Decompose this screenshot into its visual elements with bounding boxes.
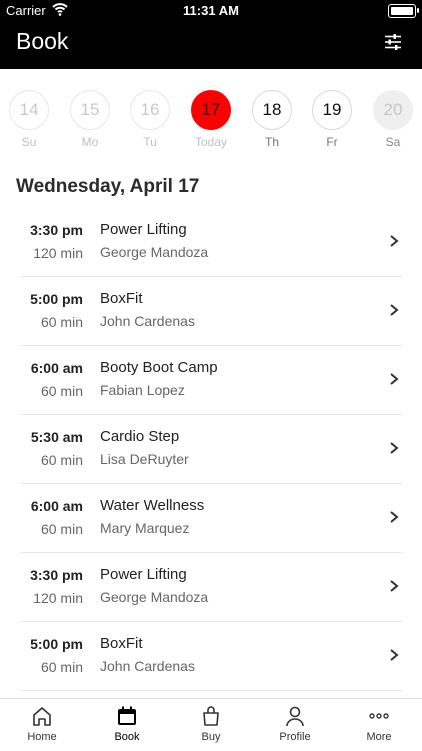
class-instructor: George Mandoza: [100, 244, 209, 260]
chevron-right-icon: [390, 511, 399, 523]
class-name: BoxFit: [100, 635, 143, 652]
tab-profile[interactable]: Profile: [253, 705, 337, 743]
bottom-tab-bar: Home Book Buy Profile More: [0, 698, 422, 751]
class-instructor: Fabian Lopez: [100, 382, 185, 398]
day-number: 18: [252, 90, 292, 130]
day-number: 16: [130, 90, 170, 130]
tab-label: Profile: [279, 731, 311, 743]
day-label: Sa: [385, 135, 401, 149]
chevron-right-icon: [390, 649, 399, 661]
day-friday[interactable]: 19 Fr: [310, 90, 354, 149]
tab-label: Buy: [201, 731, 221, 743]
day-label: Mo: [81, 135, 99, 149]
class-instructor: John Cardenas: [100, 658, 195, 674]
battery-icon: [388, 4, 419, 18]
day-number: 20: [373, 90, 413, 130]
selected-date-heading: Wednesday, April 17: [16, 176, 200, 197]
class-name: Booty Boot Camp: [100, 359, 218, 376]
class-row[interactable]: 5:00 pm 60 min BoxFit John Cardenas: [0, 277, 422, 346]
day-number: 19: [312, 90, 352, 130]
shopping-bag-icon: [203, 706, 219, 726]
filter-sliders-icon[interactable]: [384, 33, 402, 51]
day-thursday[interactable]: 18 Th: [250, 90, 294, 149]
tab-label: More: [366, 731, 392, 743]
day-number: 17: [191, 90, 231, 130]
class-time: 6:00 am: [30, 498, 83, 514]
app-header: Carrier 11:31 AM Book: [0, 0, 422, 69]
class-row[interactable]: 6:00 am 60 min Booty Boot Camp Fabian Lo…: [0, 346, 422, 415]
tab-book[interactable]: Book: [85, 705, 169, 743]
class-name: BoxFit: [100, 290, 143, 307]
status-bar: Carrier 11:31 AM: [0, 0, 422, 22]
class-row[interactable]: 6:00 am 60 min Water Wellness Mary Marqu…: [0, 484, 422, 553]
class-time: 6:00 am: [30, 360, 83, 376]
class-duration: 60 min: [40, 314, 83, 330]
class-duration: 60 min: [40, 659, 83, 675]
home-icon: [33, 707, 51, 726]
tab-buy[interactable]: Buy: [169, 705, 253, 743]
class-name: Water Wellness: [100, 497, 205, 514]
tab-label: Home: [27, 731, 57, 743]
day-tuesday[interactable]: 16 Tu: [128, 90, 172, 149]
day-number: 14: [9, 90, 49, 130]
class-list: 3:30 pm 120 min Power Lifting George Man…: [0, 208, 422, 698]
class-row[interactable]: 5:30 am 60 min Cardio Step Lisa DeRuyter: [0, 415, 422, 484]
more-icon: [369, 713, 389, 719]
day-today[interactable]: 17 Today: [189, 90, 233, 149]
class-duration: 120 min: [33, 590, 83, 606]
class-instructor: Lisa DeRuyter: [100, 451, 189, 467]
day-number: 15: [70, 90, 110, 130]
chevron-right-icon: [390, 442, 399, 454]
class-row[interactable]: 3:30 pm 120 min Power Lifting George Man…: [0, 208, 422, 277]
class-row[interactable]: [0, 691, 422, 698]
day-label: Fr: [326, 135, 338, 149]
day-label: Today: [194, 135, 228, 149]
chevron-right-icon: [390, 235, 399, 247]
clock: 11:31 AM: [183, 3, 239, 18]
tab-label: Book: [114, 731, 140, 743]
day-sunday[interactable]: 14 Su: [7, 90, 51, 149]
week-date-picker: 14 Su 15 Mo 16 Tu 17 Today 18 Th 19 Fr 2…: [0, 90, 422, 154]
class-time: 5:00 pm: [30, 291, 83, 307]
class-name: Cardio Step: [100, 428, 180, 445]
class-time: 5:30 am: [30, 429, 83, 445]
page-title: Book: [16, 28, 69, 54]
day-label: Su: [21, 135, 37, 149]
chevron-right-icon: [390, 304, 399, 316]
day-label: Th: [264, 135, 279, 149]
day-saturday[interactable]: 20 Sa: [371, 90, 415, 149]
tab-more[interactable]: More: [337, 705, 421, 743]
class-duration: 60 min: [40, 521, 83, 537]
class-name: Power Lifting: [100, 566, 187, 583]
class-duration: 60 min: [40, 383, 83, 399]
class-instructor: John Cardenas: [100, 313, 195, 329]
chevron-right-icon: [390, 373, 399, 385]
class-instructor: Mary Marquez: [100, 520, 190, 536]
tab-home[interactable]: Home: [0, 705, 84, 743]
class-duration: 60 min: [40, 452, 83, 468]
chevron-right-icon: [390, 580, 399, 592]
class-instructor: George Mandoza: [100, 589, 209, 605]
class-time: 3:30 pm: [30, 567, 83, 583]
class-row[interactable]: 5:00 pm 60 min BoxFit John Cardenas: [0, 622, 422, 691]
class-name: Power Lifting: [100, 221, 187, 238]
class-time: 3:30 pm: [30, 222, 83, 238]
day-label: Tu: [143, 135, 157, 149]
class-row[interactable]: 3:30 pm 120 min Power Lifting George Man…: [0, 553, 422, 622]
calendar-icon: [118, 706, 136, 725]
class-duration: 120 min: [33, 245, 83, 261]
day-monday[interactable]: 15 Mo: [68, 90, 112, 149]
profile-icon: [286, 706, 304, 727]
class-time: 5:00 pm: [30, 636, 83, 652]
